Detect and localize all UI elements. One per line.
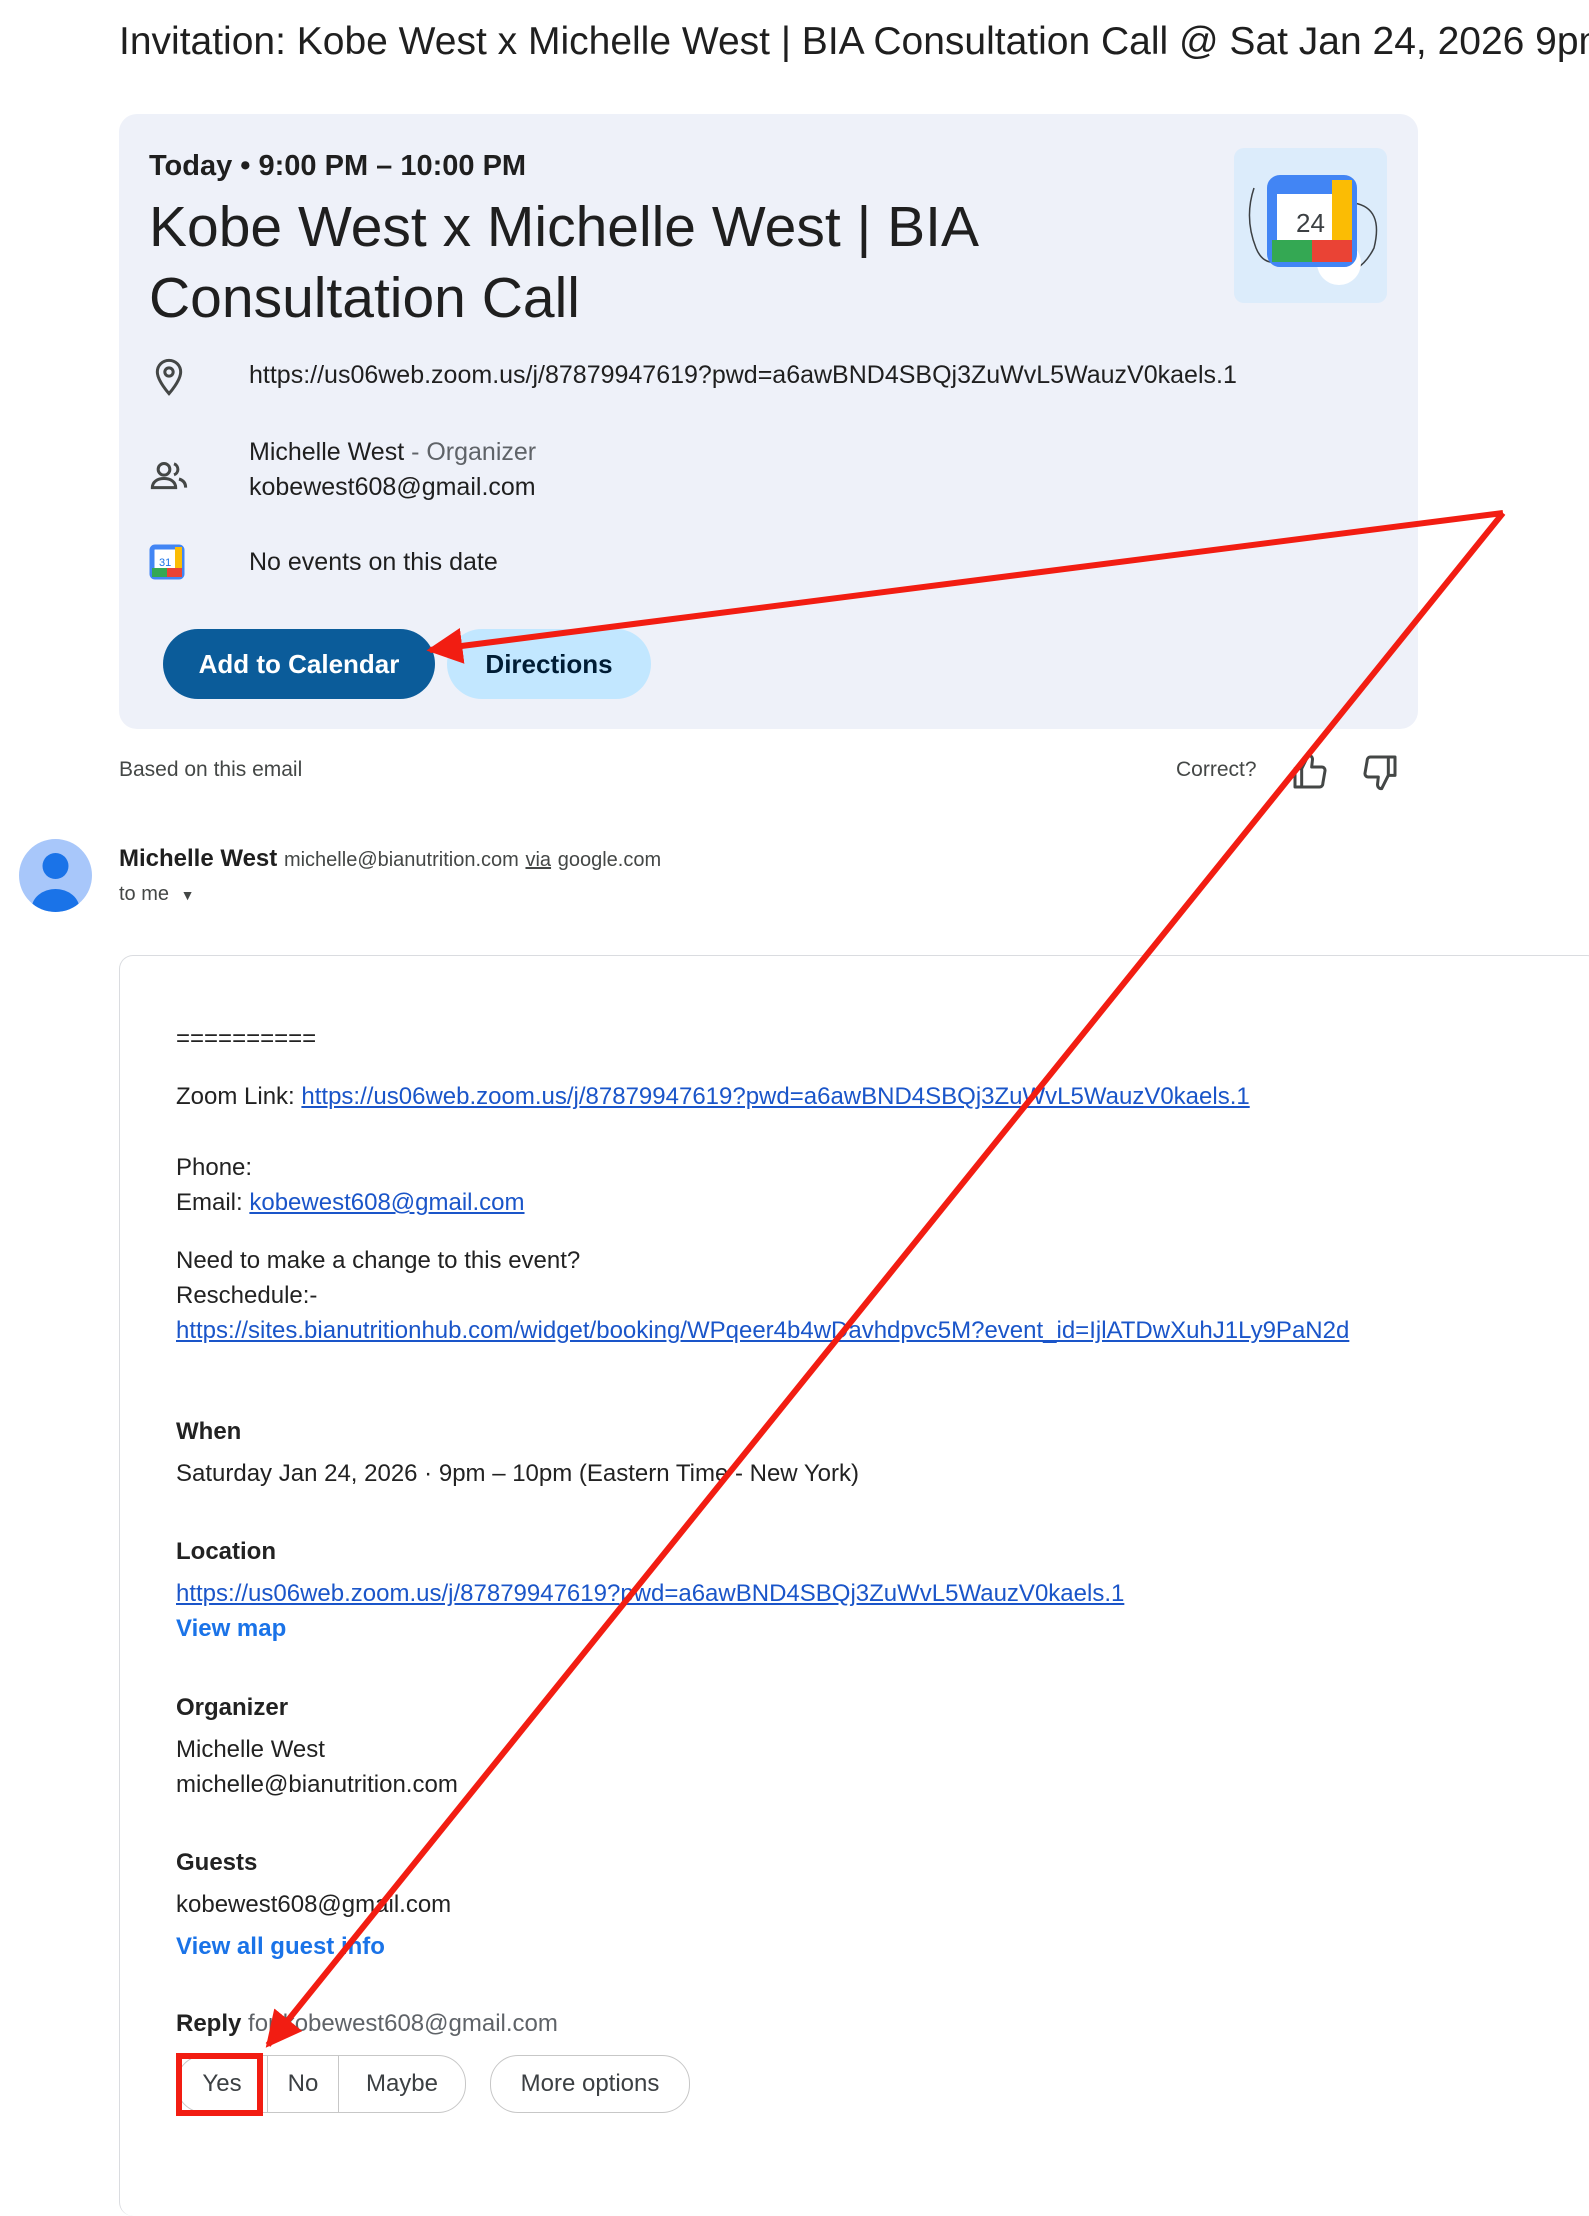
annotation-arrow-to-add-calendar [426, 510, 1504, 664]
annotation-overlay [176, 510, 1506, 2116]
annotation-highlight-yes [176, 2053, 263, 2116]
annotation-arrow-to-yes [265, 511, 1506, 2048]
